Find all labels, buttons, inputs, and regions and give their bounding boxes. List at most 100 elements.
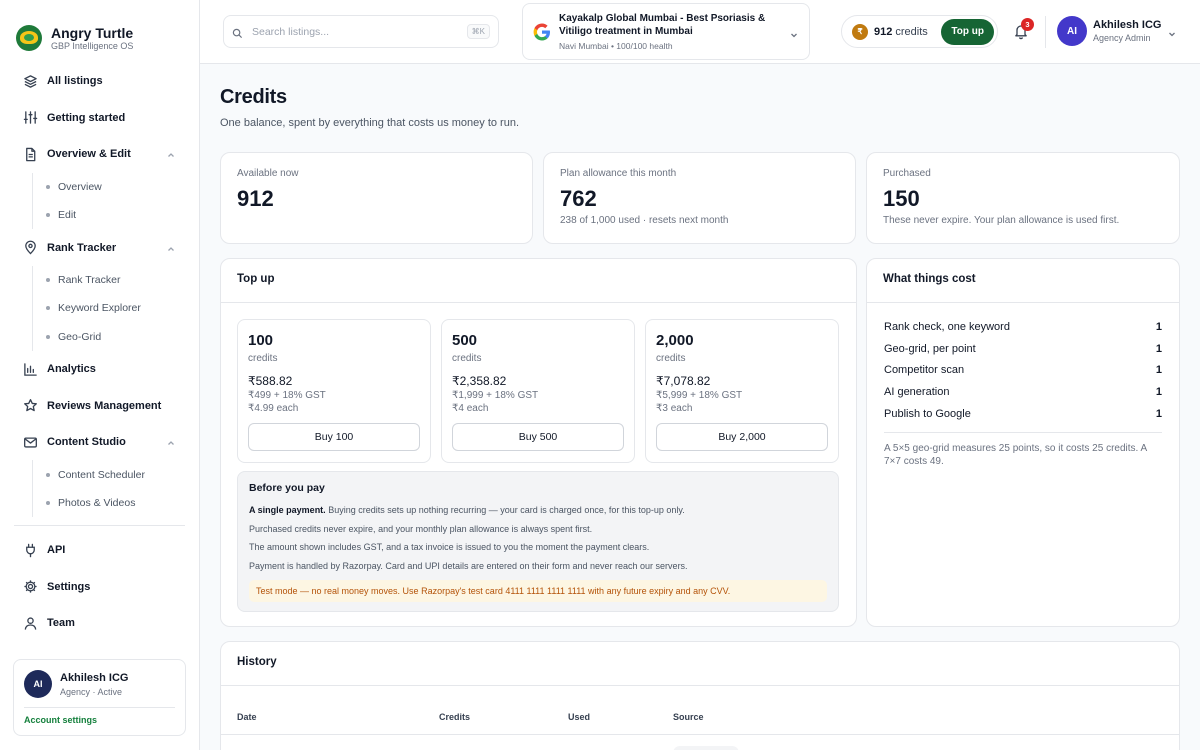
payment-note: A single payment. Buying credits sets up…: [249, 501, 827, 520]
sidebar-item-label: Analytics: [47, 363, 96, 376]
sidebar-subitem-label: Content Scheduler: [58, 468, 145, 481]
card-title: Top up: [221, 259, 856, 303]
panel-title: Before you pay: [249, 482, 325, 494]
search-input[interactable]: [252, 25, 467, 38]
payment-note-text: Buying credits sets up nothing recurring…: [325, 505, 685, 515]
buy-2000-button[interactable]: Buy 2,000: [656, 423, 828, 451]
brand-tagline: GBP Intelligence OS: [51, 40, 134, 51]
overview-edit-submenu: Overview Edit: [32, 172, 199, 230]
sidebar-item-rank-tracker[interactable]: Rank Tracker: [0, 229, 199, 266]
sidebar-subitem-keyword-explorer[interactable]: Keyword Explorer: [33, 294, 199, 322]
sidebar-item-label: Team: [47, 617, 75, 630]
sidebar-item-analytics[interactable]: Analytics: [0, 351, 199, 388]
sidebar-item-reviews[interactable]: Reviews Management: [0, 387, 199, 424]
sidebar-item-label: Overview & Edit: [47, 148, 131, 161]
account-settings-link[interactable]: Account settings: [14, 708, 185, 732]
stat-label: Available now: [237, 168, 299, 179]
sidebar-subitem-overview[interactable]: Overview: [33, 173, 199, 201]
avatar: AI: [1057, 16, 1087, 46]
top-header: ⌘K Kayakalp Global Mumbai - Best Psorias…: [200, 0, 1200, 64]
column-header-source: Source: [673, 712, 704, 722]
source-badge: [673, 746, 739, 750]
business-selector[interactable]: Kayakalp Global Mumbai - Best Psoriasis …: [522, 3, 810, 60]
main-content: Credits One balance, spent by everything…: [200, 64, 1200, 750]
list-item: Rank check, one keyword 1: [884, 316, 1162, 338]
package-base-price: ₹1,999 + 18% GST: [452, 390, 539, 401]
column-header-used: Used: [568, 712, 591, 722]
sidebar-subitem-label: Keyword Explorer: [58, 302, 141, 315]
brand[interactable]: Angry Turtle GBP Intelligence OS: [0, 0, 199, 60]
google-icon: [533, 23, 551, 41]
user-name: Akhilesh ICG: [60, 671, 129, 684]
payment-note: The amount shown includes GST, and a tax…: [249, 542, 650, 552]
top-up-card: Top up 100 credits ₹588.82 ₹499 + 18% GS…: [220, 258, 857, 627]
page-title: Credits: [220, 86, 287, 108]
cost-value: 1: [1155, 407, 1162, 420]
search-icon: [232, 26, 244, 38]
sidebar-item-getting-started[interactable]: Getting started: [0, 100, 199, 137]
sidebar-subitem-label: Rank Tracker: [58, 273, 121, 286]
chevron-down-icon: [1167, 26, 1177, 37]
stat-value: 150: [883, 186, 920, 211]
sidebar-subitem-rank-tracker[interactable]: Rank Tracker: [33, 266, 199, 294]
profile-name: Akhilesh ICG: [1093, 19, 1162, 31]
business-name: Kayakalp Global Mumbai - Best Psoriasis …: [559, 13, 766, 37]
sidebar-item-all-listings[interactable]: All listings: [0, 63, 199, 100]
package-unit: credits: [452, 353, 482, 364]
turtle-logo-icon: [16, 25, 42, 51]
sidebar-item-settings[interactable]: Settings: [0, 569, 199, 606]
notification-count-badge: 3: [1021, 18, 1034, 31]
stat-card-plan-allowance: Plan allowance this month 762 238 of 1,0…: [543, 152, 856, 244]
history-card: History Date Credits Used Source: [220, 641, 1180, 750]
business-meta: Navi Mumbai • 100/100 health: [559, 41, 673, 51]
package-qty: 500: [452, 332, 478, 349]
stat-note: These never expire. Your plan allowance …: [883, 215, 1120, 226]
list-item: AI generation 1: [884, 381, 1162, 403]
package-price: ₹588.82: [248, 374, 293, 388]
sidebar-item-content-studio[interactable]: Content Studio: [0, 424, 199, 461]
sidebar-item-overview-edit[interactable]: Overview & Edit: [0, 136, 199, 173]
stat-label: Purchased: [883, 168, 931, 179]
layers-icon: [22, 73, 38, 89]
sidebar-subitem-photos-videos[interactable]: Photos & Videos: [33, 489, 199, 517]
search-box[interactable]: ⌘K: [223, 15, 499, 48]
user-role: Agency · Active: [60, 686, 123, 697]
top-up-button[interactable]: Top up: [941, 18, 994, 45]
plug-icon: [22, 542, 38, 558]
document-icon: [22, 146, 38, 162]
cost-label: AI generation: [884, 385, 950, 398]
sidebar-item-label: All listings: [47, 75, 103, 88]
cost-label: Geo-grid, per point: [884, 342, 976, 355]
credits-amount: 912: [874, 25, 893, 38]
chevron-up-icon: [165, 436, 177, 448]
buy-500-button[interactable]: Buy 500: [452, 423, 624, 451]
stat-note: 238 of 1,000 used · resets next month: [560, 215, 729, 226]
avatar: AI: [24, 670, 52, 698]
sidebar-item-api[interactable]: API: [0, 532, 199, 569]
chevron-up-icon: [165, 242, 177, 254]
cost-label: Competitor scan: [884, 364, 965, 377]
sidebar-subitem-geo-grid[interactable]: Geo-Grid: [33, 323, 199, 351]
sidebar-subitem-label: Overview: [58, 180, 102, 193]
cost-list: Rank check, one keyword 1 Geo-grid, per p…: [867, 303, 1179, 468]
credits-unit: credits: [895, 25, 928, 38]
stat-label: Plan allowance this month: [560, 168, 677, 179]
header-divider: [1045, 16, 1046, 48]
sidebar-item-team[interactable]: Team: [0, 605, 199, 642]
package-price: ₹7,078.82: [656, 374, 711, 388]
bar-chart-icon: [22, 361, 38, 377]
sidebar-subitem-edit[interactable]: Edit: [33, 201, 199, 229]
list-item: Publish to Google 1: [884, 403, 1162, 425]
payment-note: Payment is handled by Razorpay. Card and…: [249, 560, 688, 571]
map-pin-icon: [22, 240, 38, 256]
user-card: AI Akhilesh ICG Agency · Active Account …: [13, 659, 186, 736]
cost-value: 1: [1155, 385, 1162, 398]
payment-note: Purchased credits never expire, and your…: [249, 523, 593, 534]
sidebar-subitem-label: Geo-Grid: [58, 330, 102, 343]
sidebar-subitem-content-scheduler[interactable]: Content Scheduler: [33, 460, 199, 488]
package-qty: 2,000: [656, 332, 694, 349]
list-item: Geo-grid, per point 1: [884, 338, 1162, 360]
package-card: 500 credits ₹2,358.82 ₹1,999 + 18% GST ₹…: [441, 319, 635, 463]
buy-100-button[interactable]: Buy 100: [248, 423, 420, 451]
profile-menu[interactable]: AI Akhilesh ICG Agency Admin: [1057, 16, 1177, 46]
